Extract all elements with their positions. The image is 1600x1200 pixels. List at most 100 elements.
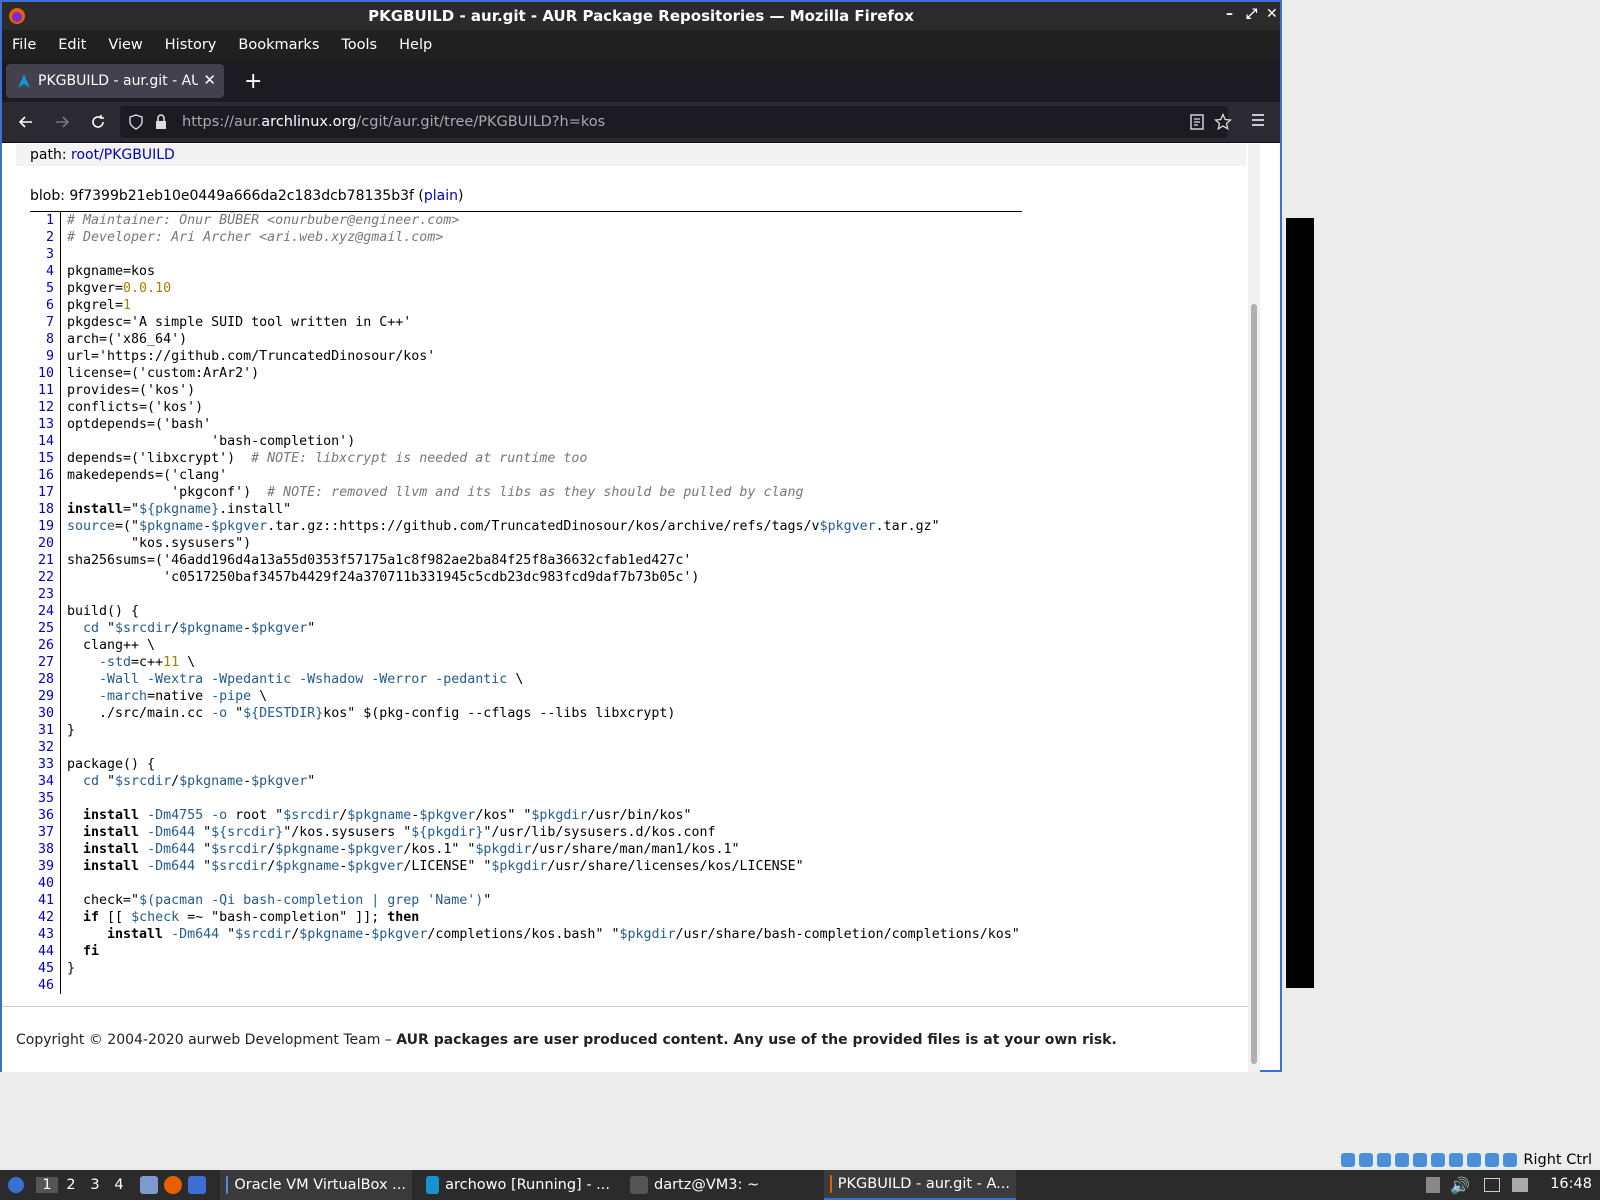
new-tab-button[interactable]: + (244, 69, 262, 94)
vm-shared-folder-icon[interactable] (1431, 1153, 1446, 1167)
tab-close-icon[interactable]: ✕ (203, 71, 216, 89)
line-number-link[interactable]: 38 (30, 841, 61, 858)
line-number-link[interactable]: 10 (30, 365, 61, 382)
hamburger-menu-icon[interactable] (1250, 112, 1266, 132)
start-menu-icon[interactable] (6, 1175, 26, 1195)
workspace-3[interactable]: 3 (84, 1177, 106, 1193)
vm-audio-icon[interactable] (1377, 1153, 1392, 1167)
menu-tools[interactable]: Tools (341, 37, 377, 53)
line-number-link[interactable]: 21 (30, 552, 61, 569)
line-number-link[interactable]: 14 (30, 433, 61, 450)
line-number-link[interactable]: 13 (30, 416, 61, 433)
line-number-link[interactable]: 39 (30, 858, 61, 875)
menu-history[interactable]: History (165, 37, 217, 53)
workspace-4[interactable]: 4 (108, 1177, 130, 1193)
line-number-link[interactable]: 24 (30, 603, 61, 620)
vm-status-tray: Right Ctrl (1337, 1150, 1592, 1170)
menu-bookmarks[interactable]: Bookmarks (238, 37, 319, 53)
vm-hdd-icon[interactable] (1341, 1153, 1356, 1167)
task-archowo[interactable]: archowo [Running] - ... (420, 1170, 616, 1200)
workspace-2[interactable]: 2 (60, 1177, 82, 1193)
menu-edit[interactable]: Edit (58, 37, 86, 53)
line-number-link[interactable]: 44 (30, 943, 61, 960)
line-number-link[interactable]: 22 (30, 569, 61, 586)
line-number-link[interactable]: 11 (30, 382, 61, 399)
line-number-link[interactable]: 37 (30, 824, 61, 841)
vm-recording-icon[interactable] (1467, 1153, 1482, 1167)
line-number-link[interactable]: 30 (30, 705, 61, 722)
line-number-link[interactable]: 43 (30, 926, 61, 943)
line-number-link[interactable]: 34 (30, 773, 61, 790)
line-number-link[interactable]: 45 (30, 960, 61, 977)
line-number-link[interactable]: 23 (30, 586, 61, 603)
menu-view[interactable]: View (108, 37, 142, 53)
task-terminal[interactable]: dartz@VM3: ~ (624, 1170, 816, 1200)
vm-usb-icon[interactable] (1413, 1153, 1428, 1167)
line-number-link[interactable]: 7 (30, 314, 61, 331)
line-number-link[interactable]: 28 (30, 671, 61, 688)
vm-optical-icon[interactable] (1359, 1153, 1374, 1167)
menu-file[interactable]: File (12, 37, 36, 53)
line-number-link[interactable]: 29 (30, 688, 61, 705)
volume-icon[interactable]: 🔊 (1450, 1176, 1470, 1195)
reader-view-icon[interactable] (1190, 114, 1204, 130)
line-number-link[interactable]: 35 (30, 790, 61, 807)
bookmark-star-icon[interactable] (1214, 113, 1232, 131)
file-manager-icon[interactable] (140, 1176, 158, 1194)
line-number-link[interactable]: 31 (30, 722, 61, 739)
line-number-link[interactable]: 1 (30, 212, 61, 229)
vm-display-icon[interactable] (1449, 1153, 1464, 1167)
clipboard-icon[interactable] (1426, 1177, 1440, 1193)
page-scrollbar[interactable] (1248, 144, 1260, 1072)
lock-icon[interactable] (154, 114, 168, 130)
line-number-link[interactable]: 6 (30, 297, 61, 314)
forward-icon[interactable] (50, 110, 74, 134)
line-number-link[interactable]: 41 (30, 892, 61, 909)
back-icon[interactable] (14, 110, 38, 134)
line-number-link[interactable]: 16 (30, 467, 61, 484)
maximize-button[interactable]: ⤢ (1246, 6, 1257, 22)
line-number-link[interactable]: 9 (30, 348, 61, 365)
close-window-button[interactable]: ✕ (1266, 6, 1278, 22)
vm-mouse-icon[interactable] (1503, 1153, 1518, 1167)
plain-link[interactable]: plain (424, 188, 458, 204)
line-number-link[interactable]: 27 (30, 654, 61, 671)
url-bar[interactable]: https://aur.archlinux.org/cgit/aur.git/t… (120, 106, 1232, 138)
workspace-1[interactable]: 1 (36, 1177, 58, 1193)
vm-network-icon[interactable] (1395, 1153, 1410, 1167)
shield-icon[interactable] (128, 114, 144, 130)
line-number-link[interactable]: 8 (30, 331, 61, 348)
desktop-icon[interactable] (188, 1176, 206, 1194)
line-number-link[interactable]: 36 (30, 807, 61, 824)
line-number-link[interactable]: 42 (30, 909, 61, 926)
line-number-link[interactable]: 20 (30, 535, 61, 552)
task-firefox[interactable]: PKGBUILD - aur.git - A... (824, 1170, 1016, 1200)
task-virtualbox[interactable]: Oracle VM VirtualBox ... (220, 1170, 412, 1200)
line-number-link[interactable]: 26 (30, 637, 61, 654)
line-number-link[interactable]: 5 (30, 280, 61, 297)
line-number-link[interactable]: 19 (30, 518, 61, 535)
menu-help[interactable]: Help (399, 37, 432, 53)
minimize-button[interactable]: – (1226, 6, 1233, 22)
line-number-link[interactable]: 33 (30, 756, 61, 773)
line-number-link[interactable]: 32 (30, 739, 61, 756)
firefox-launcher-icon[interactable] (164, 1176, 182, 1194)
window-list-icon[interactable] (1484, 1178, 1500, 1192)
vm-cpu-icon[interactable] (1485, 1153, 1500, 1167)
line-number-link[interactable]: 40 (30, 875, 61, 892)
line-number-link[interactable]: 12 (30, 399, 61, 416)
line-number-link[interactable]: 4 (30, 263, 61, 280)
line-number-link[interactable]: 46 (30, 977, 61, 994)
window-titlebar[interactable]: PKGBUILD - aur.git - AUR Package Reposit… (2, 2, 1280, 30)
scrollbar-thumb[interactable] (1251, 304, 1257, 1064)
line-number-link[interactable]: 25 (30, 620, 61, 637)
line-number-link[interactable]: 18 (30, 501, 61, 518)
reload-icon[interactable] (86, 110, 110, 134)
line-number-link[interactable]: 2 (30, 229, 61, 246)
line-number-link[interactable]: 3 (30, 246, 61, 263)
line-number-link[interactable]: 15 (30, 450, 61, 467)
tab-pkgbuild[interactable]: PKGBUILD - aur.git - AUR ✕ (6, 64, 224, 98)
path-link[interactable]: root/PKGBUILD (71, 147, 175, 163)
line-number-link[interactable]: 17 (30, 484, 61, 501)
network-icon[interactable] (1512, 1178, 1528, 1192)
